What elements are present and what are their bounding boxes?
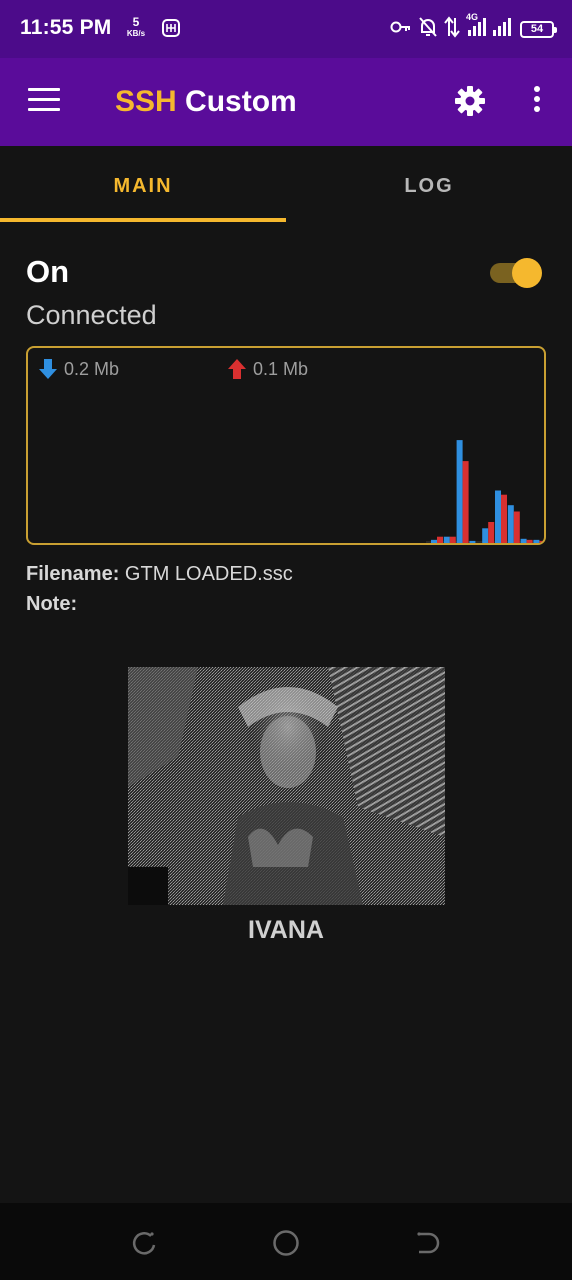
download-amount: 0.2 Mb <box>64 358 120 379</box>
battery-icon: 54 <box>520 20 557 38</box>
tab-log[interactable]: LOG <box>286 146 572 224</box>
note-row: Note: <box>26 593 77 616</box>
home-icon[interactable] <box>271 1228 301 1258</box>
download-bar <box>533 539 540 543</box>
upload-bar <box>501 494 507 543</box>
upload-bar <box>488 522 495 543</box>
status-time: 11:55 PM <box>20 16 112 39</box>
banner-caption: IVANA <box>248 916 324 944</box>
connection-status: Connected <box>26 300 157 330</box>
upload-bar <box>539 540 544 543</box>
connection-state: On <box>26 254 70 289</box>
status-icons: 4G 54 <box>390 12 557 43</box>
upload-bar <box>437 536 443 543</box>
back-icon[interactable] <box>413 1228 443 1258</box>
filename-value: GTM LOADED.ssc <box>124 563 293 585</box>
download-arrow-icon <box>39 359 57 379</box>
more-options-icon[interactable] <box>526 86 548 118</box>
app-bar: SSH Custom <box>0 58 572 146</box>
upload-bar <box>449 536 456 543</box>
network-type: 4G <box>466 11 479 22</box>
upload-bar <box>462 461 469 543</box>
app-title-rest: Custom <box>176 85 297 118</box>
data-arrows-icon <box>444 15 460 43</box>
network-speed-unit: KB/s <box>126 29 146 38</box>
download-indicator: 0.2 Mb <box>38 358 119 380</box>
traffic-graph: 0.2 Mb 0.1 Mb <box>26 346 546 545</box>
download-bar <box>456 440 463 543</box>
download-bar <box>469 540 476 543</box>
tab-bar: MAIN LOG <box>0 146 572 224</box>
filename-label: Filename: <box>26 563 120 585</box>
status-bar: 11:55 PM 5 KB/s 4G 54 <box>0 0 572 58</box>
download-bar <box>507 505 514 543</box>
menu-icon[interactable] <box>28 88 60 114</box>
app-title-accent: SSH <box>115 85 177 118</box>
vpn-icon <box>160 17 182 44</box>
tab-main[interactable]: MAIN <box>0 146 286 224</box>
download-bar <box>431 539 437 543</box>
upload-bar <box>513 511 520 543</box>
recent-apps-icon[interactable] <box>129 1228 159 1258</box>
network-speed: 5 KB/s <box>124 15 148 39</box>
download-bar <box>443 536 450 543</box>
notifications-off-icon <box>418 16 438 43</box>
network-speed-value: 5 <box>132 15 140 29</box>
app-title: SSH Custom <box>115 85 297 119</box>
upload-bar <box>526 539 533 543</box>
banner-image <box>128 667 445 905</box>
tab-indicator <box>0 218 286 222</box>
note-label: Note: <box>26 593 78 615</box>
settings-gear-icon[interactable] <box>453 84 487 118</box>
upload-arrow-icon <box>228 359 246 379</box>
upload-amount: 0.1 Mb <box>253 358 309 379</box>
connection-toggle[interactable] <box>490 258 542 288</box>
upload-indicator: 0.1 Mb <box>227 358 308 380</box>
download-bar <box>495 490 501 543</box>
signal-icon: 4G <box>466 12 514 43</box>
filename-row: Filename: GTM LOADED.ssc <box>26 563 293 586</box>
download-bar <box>482 528 489 543</box>
key-icon <box>390 20 412 39</box>
system-nav-bar <box>0 1203 572 1280</box>
toggle-thumb <box>512 258 542 288</box>
download-bar <box>520 538 527 543</box>
